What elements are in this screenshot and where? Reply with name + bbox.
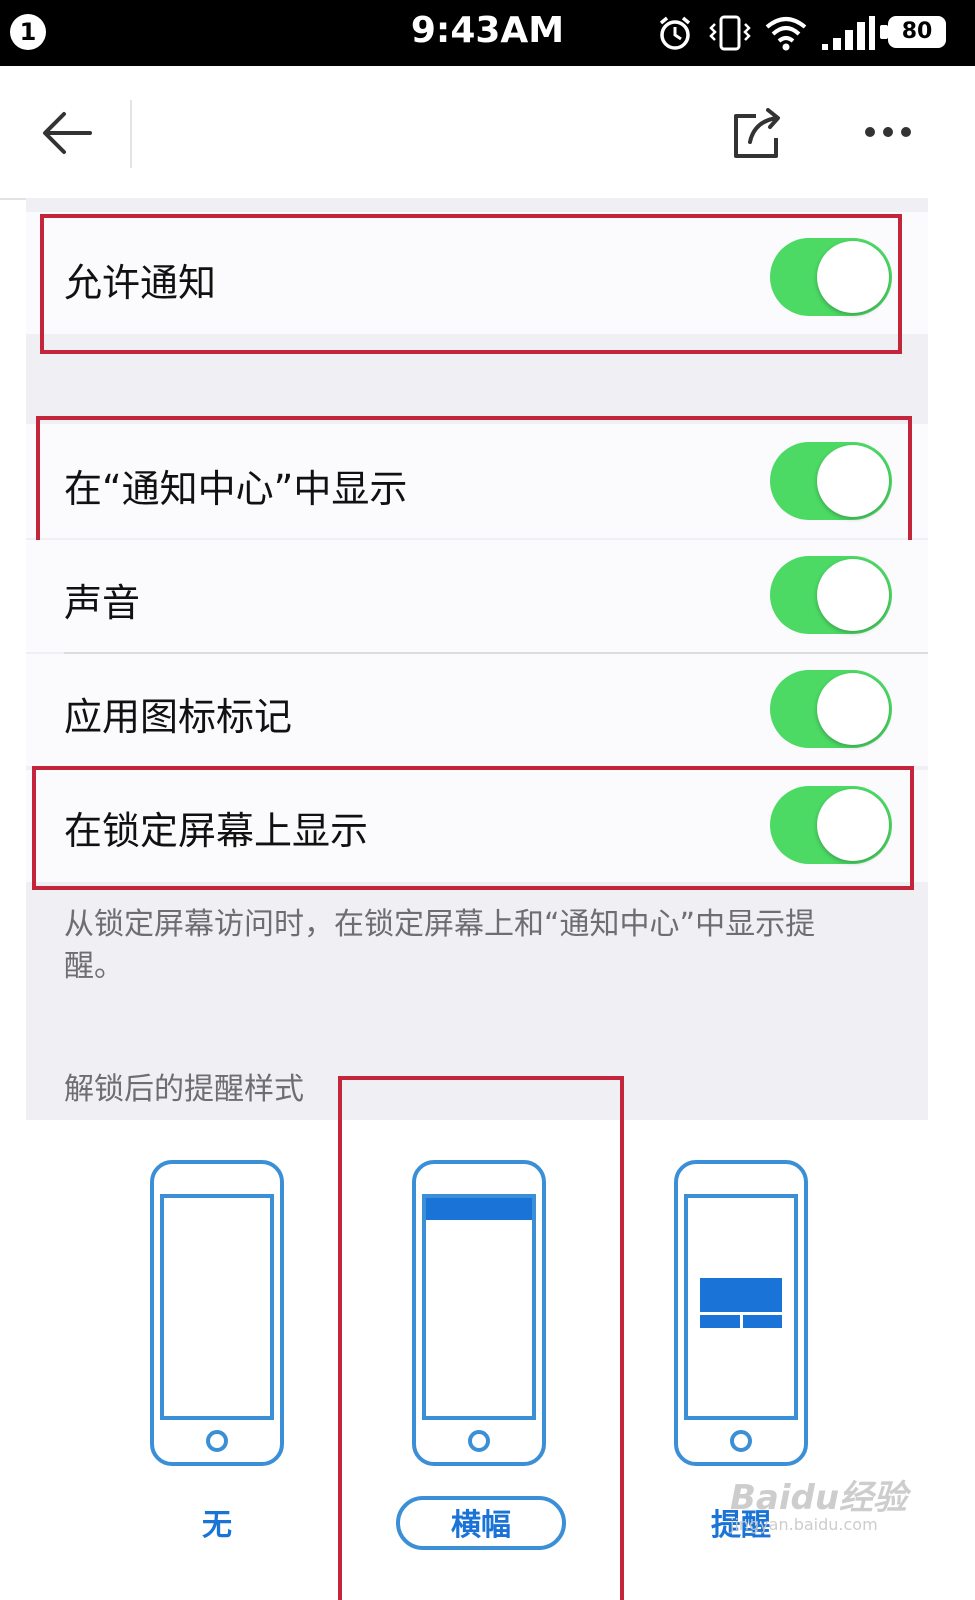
page-gutter — [928, 198, 975, 1600]
app-bar — [0, 66, 975, 200]
alert-button-divider — [740, 1314, 743, 1328]
arrow-left-icon[interactable] — [40, 108, 94, 158]
lock-screen-footer-note: 从锁定屏幕访问时，在锁定屏幕上和“通知中心”中显示提醒。 — [64, 907, 816, 984]
phone-screen — [160, 1194, 274, 1420]
sounds-toggle[interactable] — [770, 556, 892, 634]
highlight-box — [338, 1076, 624, 1600]
badge-toggle[interactable] — [770, 670, 892, 748]
wifi-icon — [765, 17, 807, 51]
highlight-box — [32, 766, 914, 890]
toggle-knob — [817, 559, 889, 631]
signal-icon — [822, 16, 875, 50]
status-bar: 1 9:43AM 80 — [0, 0, 975, 66]
row-label: 应用图标标记 — [64, 695, 293, 739]
highlight-box — [40, 214, 902, 354]
vibrate-icon — [709, 15, 751, 51]
more-dots-icon[interactable] — [862, 124, 914, 140]
alert-style-none-option[interactable] — [150, 1160, 284, 1466]
watermark-logo: Baidu经验 — [730, 1478, 908, 1518]
highlight-box — [36, 416, 912, 546]
share-icon[interactable] — [728, 104, 786, 162]
alarm-icon — [659, 16, 691, 50]
battery-icon: 80 — [888, 16, 946, 48]
row-badge-app-icon: 应用图标标记 — [26, 654, 928, 766]
phone-screen — [684, 1194, 798, 1420]
row-label: 声音 — [64, 581, 141, 625]
alert-style-alert-option[interactable] — [674, 1160, 808, 1466]
alert-style-none-label: 无 — [202, 1508, 232, 1543]
alert-style-header: 解锁后的提醒样式 — [64, 1072, 304, 1107]
row-sounds: 声音 — [26, 540, 928, 652]
watermark: Baidu经验 jingyan.baidu.com — [730, 1470, 907, 1534]
app-bar-divider — [130, 100, 132, 168]
toggle-knob — [817, 673, 889, 745]
alert-box — [700, 1278, 782, 1328]
phone-home-button — [206, 1430, 228, 1452]
phone-home-button — [730, 1430, 752, 1452]
battery-tip — [880, 25, 888, 39]
